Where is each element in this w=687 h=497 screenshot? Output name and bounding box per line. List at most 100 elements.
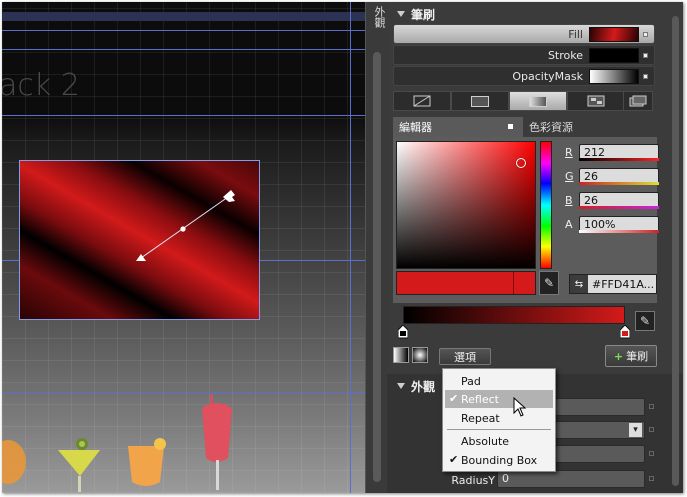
panel-scrollbar[interactable]: [670, 6, 680, 490]
gradient-stop-end[interactable]: [620, 325, 630, 339]
color-mode-swap-icon[interactable]: ⇆: [570, 275, 588, 293]
drink-orange-icon: [2, 440, 26, 484]
menu-item-reflect[interactable]: ✔ Reflect: [445, 390, 553, 408]
tab-editor-square-icon: [508, 124, 513, 129]
gradient-brush-icon: [529, 95, 547, 107]
brush-row-label: Stroke: [547, 48, 583, 62]
advanced-options-square[interactable]: [649, 476, 654, 481]
brush-row-label: Fill: [568, 27, 583, 41]
menu-item-label: Pad: [461, 374, 481, 388]
tab-editor[interactable]: 編輯器: [393, 117, 523, 137]
brush-resource-icon: [629, 95, 647, 107]
brush-row-opacity-mask[interactable]: OpacityMask: [393, 66, 655, 86]
appearance-property-input[interactable]: [555, 398, 645, 416]
color-editor: ✎ R 212 G 26 B 26 A 100% ⇆ #FFD41A...: [393, 137, 659, 303]
panel-scrollbar-thumb[interactable]: [672, 16, 679, 486]
menu-item-pad[interactable]: Pad: [445, 372, 553, 390]
appearance-property-dropdown[interactable]: ▾: [555, 421, 645, 439]
collapse-triangle-icon: [397, 11, 405, 17]
gradient-type-buttons: [393, 347, 428, 363]
hue-slider[interactable]: [540, 141, 552, 269]
tile-brush-icon: [587, 95, 605, 107]
opacity-mask-swatch: [589, 68, 639, 84]
linear-gradient-icon[interactable]: [393, 347, 409, 363]
side-tab-label: 外觀: [373, 6, 386, 28]
channel-a-label: A: [565, 217, 573, 231]
channel-a: A 100%: [565, 215, 659, 233]
radiusy-input[interactable]: 0: [497, 470, 645, 488]
appearance-section-header[interactable]: 外觀: [391, 376, 435, 396]
advanced-options-square[interactable]: [649, 404, 654, 409]
artboard[interactable]: ack 2: [2, 2, 365, 493]
initial-color-swatch[interactable]: [513, 272, 535, 294]
add-brush-resource-label: 筆刷: [626, 350, 649, 363]
advanced-options-square[interactable]: [643, 73, 648, 79]
channel-g-label: G: [565, 169, 574, 183]
saturation-value-picker[interactable]: [396, 141, 536, 269]
channel-r-bar: [579, 158, 659, 161]
menu-item-label: Absolute: [461, 434, 510, 448]
fill-swatch: [589, 26, 639, 42]
checkmark-icon: ✔: [449, 453, 459, 466]
collapse-triangle-icon: [397, 383, 405, 389]
color-picker-knob[interactable]: [516, 158, 526, 168]
brush-row-fill[interactable]: Fill: [393, 24, 655, 44]
menu-item-label: Repeat: [461, 411, 500, 425]
eyedropper-icon[interactable]: ✎: [539, 271, 559, 295]
advanced-options-square[interactable]: [643, 31, 648, 37]
channel-r-label: R: [565, 145, 573, 159]
chevron-down-icon: ▾: [629, 423, 642, 437]
app-window: ack 2 外觀 筆刷 Fill Stroke OpacityMask 編輯器 …: [2, 2, 683, 493]
tab-brush-resource[interactable]: [623, 91, 653, 111]
channel-r: R 212: [565, 143, 659, 161]
brush-section-header[interactable]: 筆刷: [391, 4, 435, 24]
advanced-options-square[interactable]: [649, 427, 654, 432]
gradient-editor: ✎: [393, 303, 657, 343]
stroke-swatch: [589, 47, 639, 63]
hex-color-field[interactable]: ⇆ #FFD41A...: [569, 274, 657, 294]
gradient-stop-start[interactable]: [398, 325, 408, 339]
gradient-mid-handle: [180, 226, 186, 232]
tab-color-resources-label: 色彩資源: [529, 121, 573, 134]
gradient-end-handle: [223, 190, 235, 202]
gradient-eyedropper-icon[interactable]: ✎: [635, 311, 655, 331]
brush-type-tabs: [393, 91, 655, 111]
channel-g-bar: [579, 182, 659, 185]
gradient-bar[interactable]: [403, 306, 625, 324]
side-tab[interactable]: 外觀: [365, 2, 387, 493]
tab-gradient-brush[interactable]: [509, 91, 567, 111]
menu-item-absolute[interactable]: Absolute: [445, 432, 553, 450]
brush-row-stroke[interactable]: Stroke: [393, 45, 655, 65]
appearance-property-input[interactable]: [555, 445, 645, 463]
tab-color-resources[interactable]: 色彩資源: [523, 117, 579, 137]
current-color-swatch: [397, 272, 513, 294]
side-scrollbar[interactable]: [373, 52, 381, 482]
menu-separator: [447, 429, 551, 430]
editor-tabs: 編輯器 色彩資源: [393, 117, 657, 137]
advanced-options-square[interactable]: [643, 52, 648, 58]
tab-no-brush[interactable]: [393, 91, 451, 111]
options-button[interactable]: 選項: [439, 348, 491, 365]
menu-item-label: Bounding Box: [461, 453, 538, 467]
spread-method-menu: Pad ✔ Reflect Repeat Absolute ✔ Bounding…: [442, 368, 556, 472]
radiusy-label: RadiusY: [451, 474, 495, 487]
radial-gradient-icon[interactable]: [412, 347, 428, 363]
tab-tile-brush[interactable]: [567, 91, 625, 111]
channel-b-bar: [579, 206, 659, 209]
channel-a-bar: [579, 230, 659, 233]
hex-color-value: #FFD41A...: [592, 277, 655, 291]
channel-b-label: B: [565, 193, 573, 207]
tab-solid-brush[interactable]: [451, 91, 509, 111]
drink-cocktail-icon: [58, 438, 100, 492]
advanced-options-square[interactable]: [649, 451, 654, 456]
current-color-preview: [396, 271, 536, 295]
menu-item-bounding-box[interactable]: ✔ Bounding Box: [445, 451, 553, 469]
menu-item-label: Reflect: [461, 392, 499, 406]
menu-item-repeat[interactable]: Repeat: [445, 409, 553, 427]
add-brush-resource-button[interactable]: + 筆刷: [605, 345, 657, 367]
checkmark-icon: ✔: [449, 392, 459, 405]
gradient-adorner[interactable]: [2, 2, 365, 493]
drink-juice-icon: [128, 438, 166, 486]
drink-smoothie-icon: [202, 394, 232, 490]
solid-brush-icon: [471, 95, 489, 107]
